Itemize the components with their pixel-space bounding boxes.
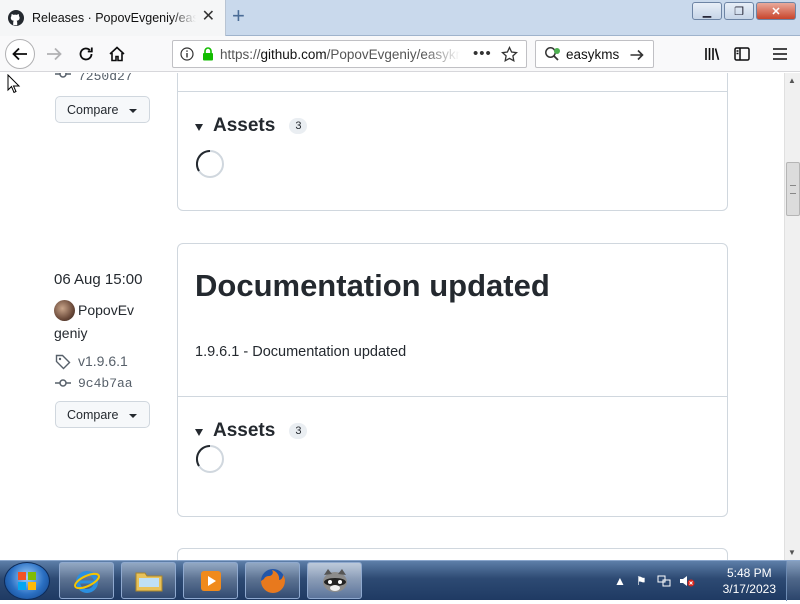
arrow-right-icon (47, 47, 62, 61)
scroll-down-icon[interactable]: ▼ (788, 548, 796, 557)
arrow-left-icon (12, 47, 27, 61)
commit-icon (55, 379, 71, 387)
taskbar-easykms-app[interactable] (307, 562, 362, 599)
taskbar-firefox[interactable] (245, 562, 300, 599)
caret-down-icon (129, 414, 137, 418)
back-button[interactable] (5, 39, 35, 69)
taskbar-file-explorer[interactable] (121, 562, 176, 599)
assets-count-badge: 3 (289, 423, 308, 439)
page-scrollbar[interactable]: ▲ ▼ (784, 73, 800, 560)
show-hidden-icons-icon[interactable]: ▲ (614, 574, 626, 588)
maximize-button[interactable]: ❐ (724, 2, 754, 20)
commit-hash[interactable]: 7250d27 (78, 73, 133, 84)
navigation-toolbar: https://github.com/PopovEvgeniy/easykms/… (0, 36, 800, 72)
folder-icon (135, 572, 162, 591)
info-icon[interactable] (180, 47, 194, 61)
release-card (177, 548, 728, 560)
commit-hash[interactable]: 9c4b7aa (78, 376, 133, 391)
author-name[interactable]: PopovEv (78, 302, 134, 318)
sidebar-icon (734, 47, 750, 61)
menu-button[interactable] (766, 40, 794, 68)
raccoon-app-icon (322, 568, 347, 592)
reload-button[interactable] (72, 40, 100, 68)
github-icon (8, 10, 24, 26)
search-go-icon[interactable] (629, 47, 645, 63)
new-tab-icon[interactable]: + (232, 5, 245, 27)
compare-button[interactable]: Compare (55, 401, 150, 428)
sidebar-button[interactable] (728, 40, 756, 68)
tab-close-icon[interactable]: ✕ (202, 9, 215, 25)
scroll-up-icon[interactable]: ▲ (788, 76, 796, 85)
page-actions-icon[interactable]: ••• (473, 45, 492, 62)
home-button[interactable] (103, 40, 131, 68)
url-bar[interactable]: https://github.com/PopovEvgeniy/easykms/… (172, 40, 527, 68)
card-divider (178, 396, 727, 397)
card-divider (178, 91, 727, 92)
library-icon (705, 48, 720, 61)
window-controls: ▁ ❐ ✕ (692, 2, 796, 20)
home-icon (109, 46, 125, 62)
library-button[interactable] (698, 40, 726, 68)
release-card: Assets 3 (177, 73, 728, 211)
reload-icon (79, 47, 93, 61)
hamburger-icon (773, 48, 787, 60)
bookmark-star-icon[interactable] (501, 46, 518, 63)
loading-spinner-icon (195, 149, 224, 178)
windows-taskbar: ▲ ⚑ 5:48 PM 3/17/2023 (0, 560, 800, 601)
firefox-icon (260, 568, 285, 593)
show-desktop-button[interactable] (786, 561, 800, 601)
internet-explorer-icon (73, 570, 100, 593)
loading-spinner-icon (195, 444, 224, 473)
search-bar[interactable]: easykms (535, 40, 654, 68)
clock-time: 5:48 PM (726, 566, 772, 580)
page-content: 7250d27 Compare Assets 3 06 Aug 15:00 Po… (0, 73, 784, 560)
release-card: Documentation updated 1.9.6.1 - Document… (177, 243, 728, 517)
release-notes: 1.9.6.1 - Documentation updated (195, 344, 407, 360)
caret-down-icon (129, 109, 137, 113)
browser-tab-releases[interactable]: Releases · PopovEvgeniy/easykms ✕ (0, 0, 226, 36)
assets-heading: Assets (213, 420, 276, 441)
release-title[interactable]: Documentation updated (195, 268, 550, 304)
minimize-button[interactable]: ▁ (692, 2, 722, 20)
assets-toggle[interactable]: Assets 3 (195, 115, 308, 137)
triangle-down-icon (195, 123, 203, 131)
scrollbar-thumb[interactable] (786, 162, 800, 216)
commit-icon (55, 73, 71, 78)
clock-date: 3/17/2023 (722, 582, 776, 596)
release-tag[interactable]: v1.9.6.1 (78, 353, 128, 369)
network-icon[interactable] (657, 574, 671, 588)
url-text: https://github.com/PopovEvgeniy/easykms/… (220, 46, 460, 62)
window-titlebar: Releases · PopovEvgeniy/easykms ✕ + ▁ ❐ … (0, 0, 800, 36)
release-date: 06 Aug 15:00 (54, 271, 143, 288)
tab-title: Releases · PopovEvgeniy/easykms (32, 11, 196, 25)
taskbar-media-player[interactable] (183, 562, 238, 599)
assets-count-badge: 3 (289, 118, 308, 134)
close-window-button[interactable]: ✕ (756, 2, 796, 20)
system-clock[interactable]: 5:48 PM 3/17/2023 (723, 565, 776, 597)
tag-icon (55, 354, 71, 370)
mouse-cursor-icon (7, 74, 21, 94)
compare-button[interactable]: Compare (55, 96, 150, 123)
windows-logo-icon (18, 572, 36, 590)
triangle-down-icon (195, 428, 203, 436)
media-player-icon (200, 570, 221, 591)
action-center-flag-icon[interactable]: ⚑ (636, 574, 647, 588)
author-name-continued[interactable]: geniy (54, 325, 87, 341)
taskbar-internet-explorer[interactable] (59, 562, 114, 599)
avatar[interactable] (54, 300, 75, 321)
volume-muted-icon[interactable] (679, 574, 695, 588)
assets-heading: Assets (213, 115, 276, 136)
lock-icon[interactable] (202, 47, 214, 61)
search-input[interactable]: easykms (566, 47, 619, 62)
forward-button[interactable] (40, 40, 68, 68)
start-button[interactable] (4, 562, 50, 600)
search-icon (545, 47, 560, 61)
assets-toggle[interactable]: Assets 3 (195, 420, 308, 442)
